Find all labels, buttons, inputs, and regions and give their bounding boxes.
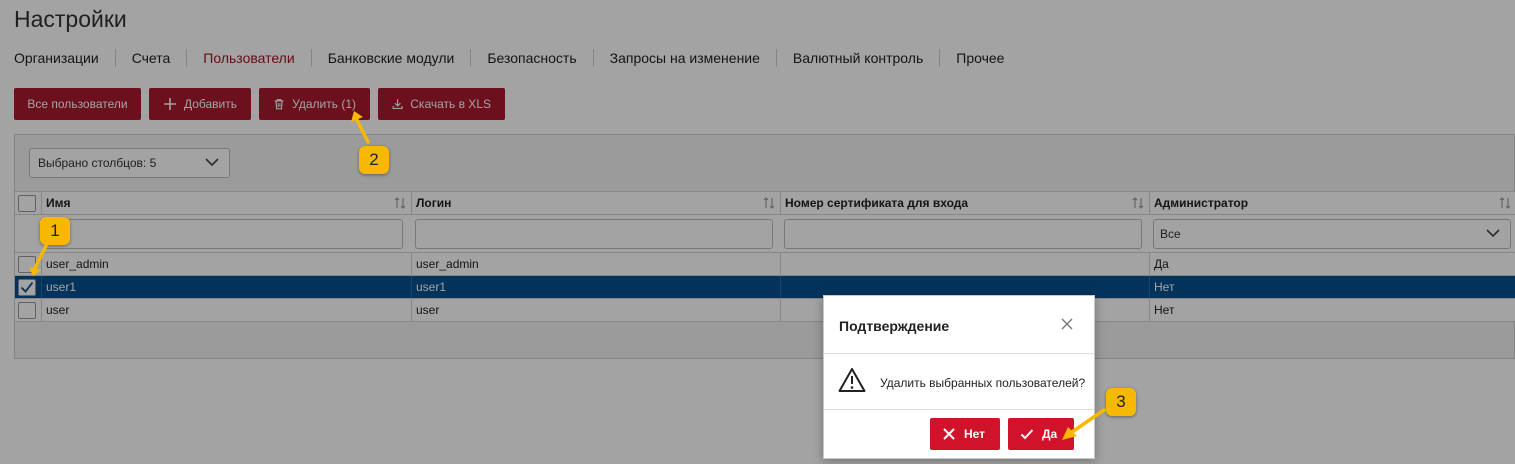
warning-icon: [838, 368, 866, 392]
dialog-title: Подтверждение: [839, 318, 950, 334]
modal-backdrop: [0, 0, 1515, 464]
checkmark-icon: [1020, 429, 1034, 440]
callout-arrow-icon: [1062, 408, 1106, 440]
callout-arrow-icon: [29, 244, 48, 276]
callout-arrow-icon: [351, 111, 370, 144]
yes-button-label: Да: [1042, 427, 1058, 441]
callout-badge-2: 2: [359, 146, 389, 174]
no-button[interactable]: Нет: [930, 418, 1000, 450]
dialog-message: Удалить выбранных пользователей?: [880, 376, 1086, 390]
dialog-divider: [824, 353, 1094, 354]
close-icon: [943, 428, 955, 440]
close-icon[interactable]: [1060, 317, 1074, 331]
callout-badge-3: 3: [1106, 388, 1136, 416]
dialog-divider: [824, 409, 1094, 410]
no-button-label: Нет: [964, 427, 986, 441]
callout-badge-1: 1: [40, 217, 70, 245]
confirm-dialog: Подтверждение Удалить выбранных пользова…: [823, 295, 1095, 459]
